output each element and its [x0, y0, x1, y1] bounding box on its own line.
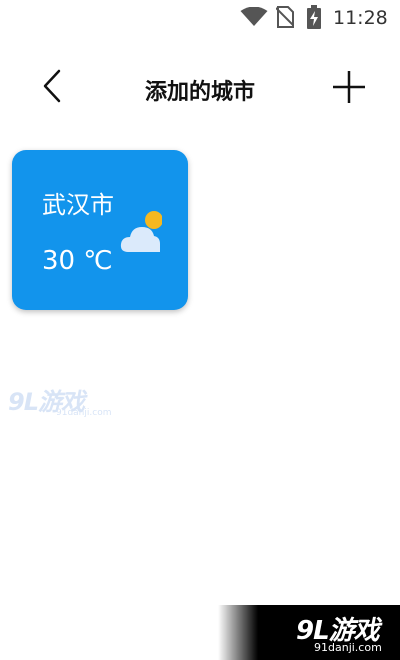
watermark-url: 91danji.com: [56, 408, 112, 418]
plus-icon: [332, 70, 366, 108]
city-card[interactable]: 武汉市 30 ℃: [12, 150, 188, 310]
corner-watermark: 9L游戏 91danji.com: [218, 605, 400, 660]
status-bar: 11:28: [0, 0, 400, 36]
city-temperature: 30 ℃: [42, 246, 113, 276]
wifi-icon: [240, 6, 268, 27]
watermark-url: 91danji.com: [314, 641, 382, 654]
no-sim-icon: [275, 6, 295, 28]
battery-charging-icon: [307, 5, 321, 29]
app-header: 添加的城市: [0, 58, 400, 118]
status-time: 11:28: [333, 7, 388, 29]
add-city-button[interactable]: [326, 66, 372, 112]
watermark-logo: 9L游戏 91danji.com: [8, 382, 111, 422]
city-name: 武汉市: [42, 191, 114, 219]
partly-cloudy-icon: [120, 208, 163, 256]
